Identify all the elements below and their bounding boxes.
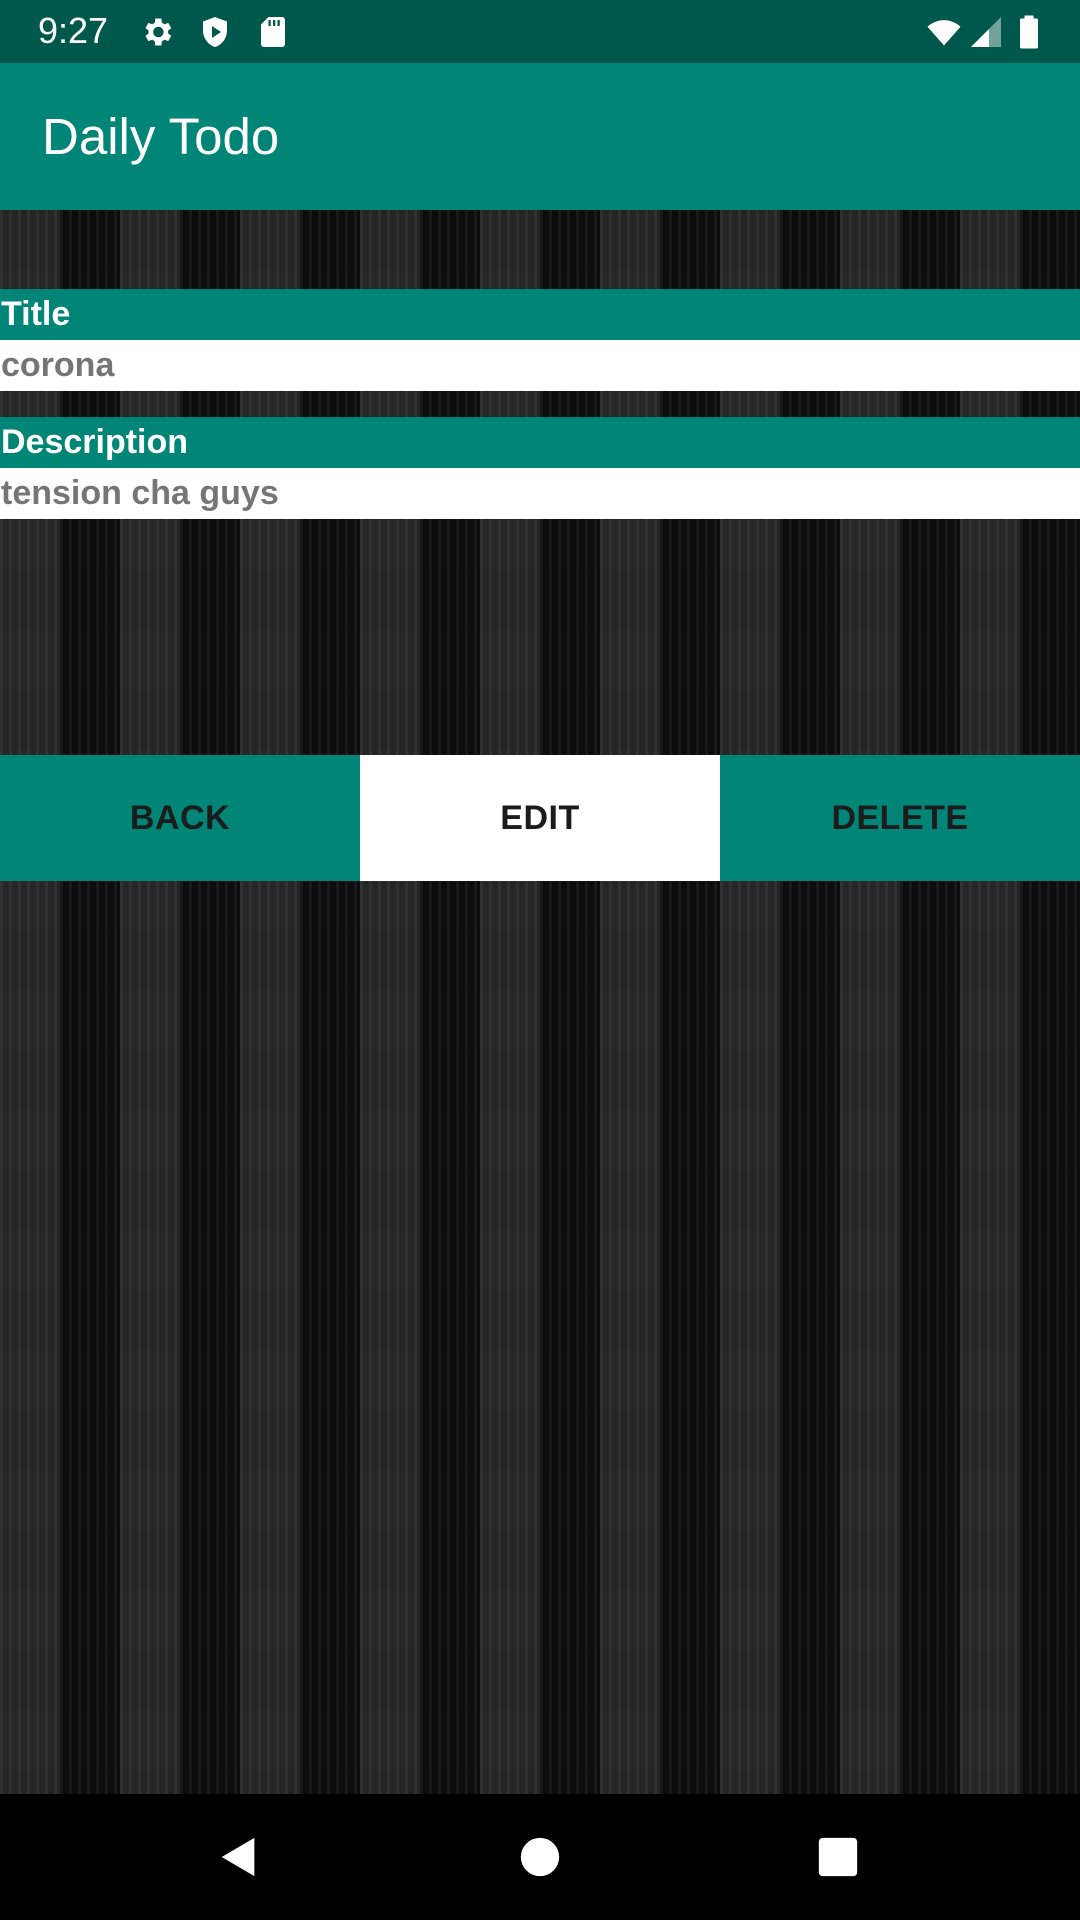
delete-button[interactable]: DELETE <box>720 755 1080 881</box>
battery-icon <box>1014 14 1044 50</box>
app-bar: Daily Todo <box>0 63 1080 210</box>
status-time: 9:27 <box>38 10 109 51</box>
title-value[interactable]: corona <box>0 340 1080 391</box>
back-triangle-icon[interactable] <box>216 1834 262 1880</box>
navigation-bar <box>0 1794 1080 1920</box>
back-button[interactable]: BACK <box>0 755 360 881</box>
cell-signal-icon <box>968 14 1004 50</box>
wifi-icon <box>922 14 966 50</box>
home-circle-icon[interactable] <box>517 1834 563 1880</box>
sd-card-icon <box>255 14 291 50</box>
title-label: Title <box>0 289 1080 340</box>
description-label: Description <box>0 417 1080 468</box>
recents-square-icon[interactable] <box>815 1834 861 1880</box>
content-area: Title corona Description tension cha guy… <box>0 210 1080 1794</box>
app-title: Daily Todo <box>42 108 280 165</box>
description-value[interactable]: tension cha guys <box>0 468 1080 519</box>
edit-button[interactable]: EDIT <box>360 755 720 881</box>
status-bar: 9:27 <box>0 0 1080 63</box>
shield-icon <box>197 14 233 50</box>
gear-icon <box>139 14 175 50</box>
